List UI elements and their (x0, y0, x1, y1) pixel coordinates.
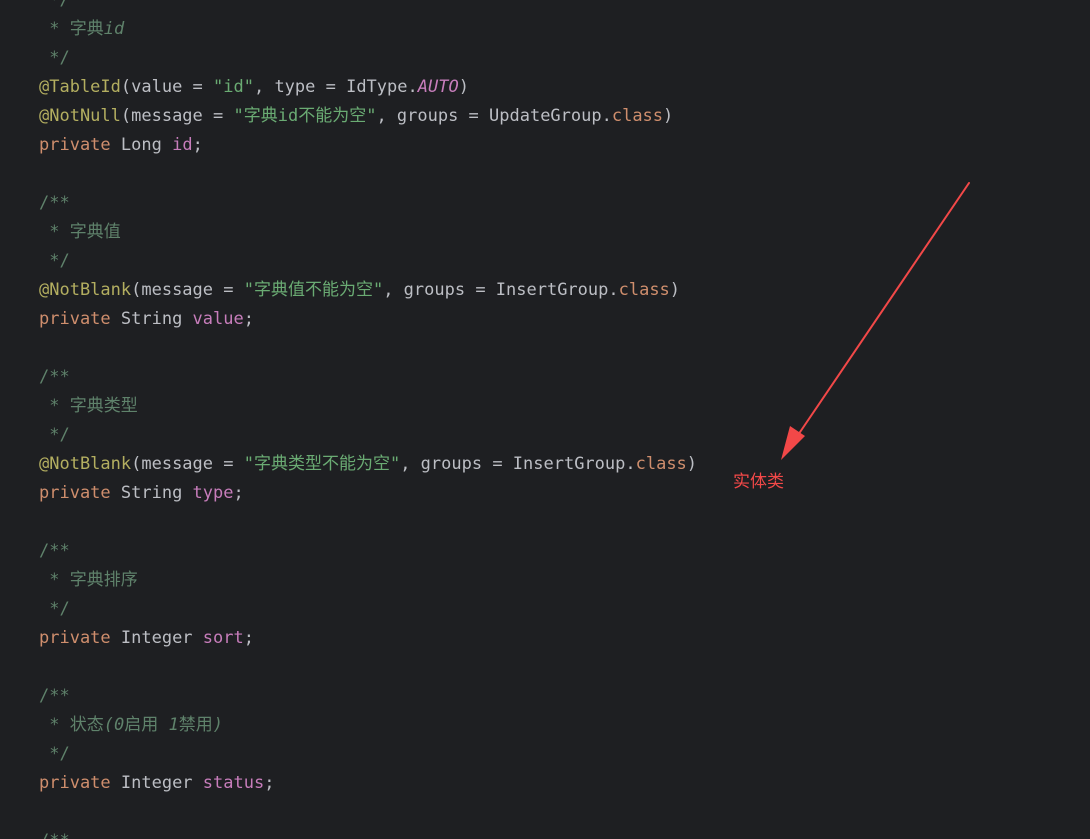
code-token-comment-italic: (0 (103, 715, 125, 735)
code-line[interactable]: private String value; (39, 305, 1039, 334)
code-editor[interactable]: */ * 字典id */@TableId(value = "id", type … (0, 0, 1090, 839)
code-token-plain: ; (243, 309, 254, 329)
code-token-plain: ; (233, 483, 244, 503)
code-token-annotation: @NotNull (39, 106, 121, 126)
code-line[interactable]: @NotBlank(message = "字典类型不能为空", groups =… (39, 450, 1039, 479)
code-token-comment: 禁用 (178, 715, 213, 735)
code-token-plain: ) (669, 280, 681, 300)
code-token-annotation: @TableId (39, 77, 121, 97)
code-token-comment: * 字典排序 (39, 570, 138, 590)
code-line[interactable]: * 字典排序 (39, 566, 1039, 595)
code-line[interactable]: /** (39, 189, 1039, 218)
code-token-plain: ) (663, 106, 674, 126)
code-token-plain: String (120, 309, 193, 329)
code-token-plain: (message = (131, 454, 244, 474)
code-token-plain: ; (192, 135, 203, 155)
code-token-comment: * 字典 (39, 19, 104, 39)
code-token-comment-italic: ) (212, 715, 223, 735)
code-token-plain: Integer (120, 773, 203, 793)
code-line[interactable]: private Long id; (39, 131, 1039, 160)
code-line[interactable] (39, 653, 1039, 682)
code-token-field: type (192, 483, 234, 503)
code-token-string: "字典id不能为空" (233, 106, 377, 126)
code-area[interactable]: */ * 字典id */@TableId(value = "id", type … (39, 0, 1039, 839)
code-token-field: sort (202, 628, 244, 648)
code-line[interactable] (39, 798, 1039, 827)
code-line[interactable]: @NotBlank(message = "字典值不能为空", groups = … (39, 276, 1039, 305)
code-token-annotation: @NotBlank (39, 454, 132, 474)
code-token-annotation: @NotBlank (39, 280, 132, 300)
code-token-comment: */ (39, 425, 70, 445)
code-token-plain: , type = IdType. (253, 77, 418, 97)
code-line[interactable]: */ (39, 247, 1039, 276)
code-token-comment: * 状态 (39, 715, 104, 735)
code-token-comment: */ (39, 48, 70, 68)
code-token-comment: /** (39, 541, 70, 561)
code-line[interactable]: private Integer status; (39, 769, 1039, 798)
code-token-plain: Long (120, 135, 173, 155)
code-token-comment: */ (39, 599, 70, 619)
code-token-plain: (message = (120, 106, 234, 126)
code-token-keyword: class (635, 454, 687, 474)
code-line[interactable]: private String type; (39, 479, 1039, 508)
code-token-comment: */ (39, 744, 70, 764)
code-line[interactable]: /** (39, 827, 1039, 839)
code-token-keyword: private (39, 773, 121, 793)
code-token-keyword: private (39, 309, 121, 329)
code-line[interactable]: */ (39, 44, 1039, 73)
code-token-plain: String (120, 483, 193, 503)
code-token-comment: */ (39, 0, 70, 10)
code-token-string: "字典值不能为空" (243, 280, 384, 300)
code-token-plain: ; (264, 773, 275, 793)
code-token-comment-italic: id (103, 19, 125, 39)
code-token-plain: (value = (120, 77, 214, 97)
code-token-plain: , groups = InsertGroup. (400, 454, 636, 474)
code-line[interactable]: * 字典类型 (39, 392, 1039, 421)
code-token-comment: /** (39, 367, 70, 387)
code-line[interactable]: */ (39, 421, 1039, 450)
code-line[interactable] (39, 508, 1039, 537)
code-token-comment: */ (39, 251, 70, 271)
code-token-field: id (172, 135, 193, 155)
code-token-comment: 启用 (124, 715, 169, 735)
code-line[interactable]: @NotNull(message = "字典id不能为空", groups = … (39, 102, 1039, 131)
code-token-string: "id" (213, 77, 254, 97)
code-line[interactable]: */ (39, 595, 1039, 624)
code-line[interactable]: /** (39, 682, 1039, 711)
code-line[interactable]: @TableId(value = "id", type = IdType.AUT… (39, 73, 1039, 102)
code-line[interactable]: * 状态(0启用 1禁用) (39, 711, 1039, 740)
code-token-plain: Integer (120, 628, 203, 648)
code-line[interactable]: */ (39, 0, 1039, 15)
code-line[interactable]: /** (39, 537, 1039, 566)
code-token-comment: * 字典值 (39, 222, 121, 242)
code-token-comment: /** (39, 193, 70, 213)
code-token-plain: ) (458, 77, 469, 97)
code-line[interactable] (39, 334, 1039, 363)
code-token-field: status (202, 773, 265, 793)
code-token-plain: ) (686, 454, 698, 474)
callout-label: 实体类 (733, 472, 784, 492)
code-token-plain: (message = (131, 280, 244, 300)
code-token-keyword: private (39, 628, 121, 648)
code-token-plain: , groups = UpdateGroup. (376, 106, 612, 126)
code-line[interactable]: private Integer sort; (39, 624, 1039, 653)
code-line[interactable]: */ (39, 740, 1039, 769)
code-token-field: value (192, 309, 244, 329)
code-token-constant: AUTO (417, 77, 459, 97)
code-line[interactable]: * 字典id (39, 15, 1039, 44)
code-token-keyword: class (611, 106, 664, 126)
code-token-comment: /** (39, 831, 70, 839)
code-line[interactable]: /** (39, 363, 1039, 392)
code-line[interactable] (39, 160, 1039, 189)
code-token-keyword: private (39, 135, 121, 155)
code-token-plain: ; (243, 628, 254, 648)
code-token-plain: , groups = InsertGroup. (383, 280, 619, 300)
code-line[interactable]: * 字典值 (39, 218, 1039, 247)
code-token-keyword: class (618, 280, 670, 300)
code-token-comment: * 字典类型 (39, 396, 138, 416)
code-token-keyword: private (39, 483, 121, 503)
code-token-comment: /** (39, 686, 70, 706)
code-token-string: "字典类型不能为空" (243, 454, 401, 474)
code-token-comment-italic: 1 (168, 715, 179, 735)
